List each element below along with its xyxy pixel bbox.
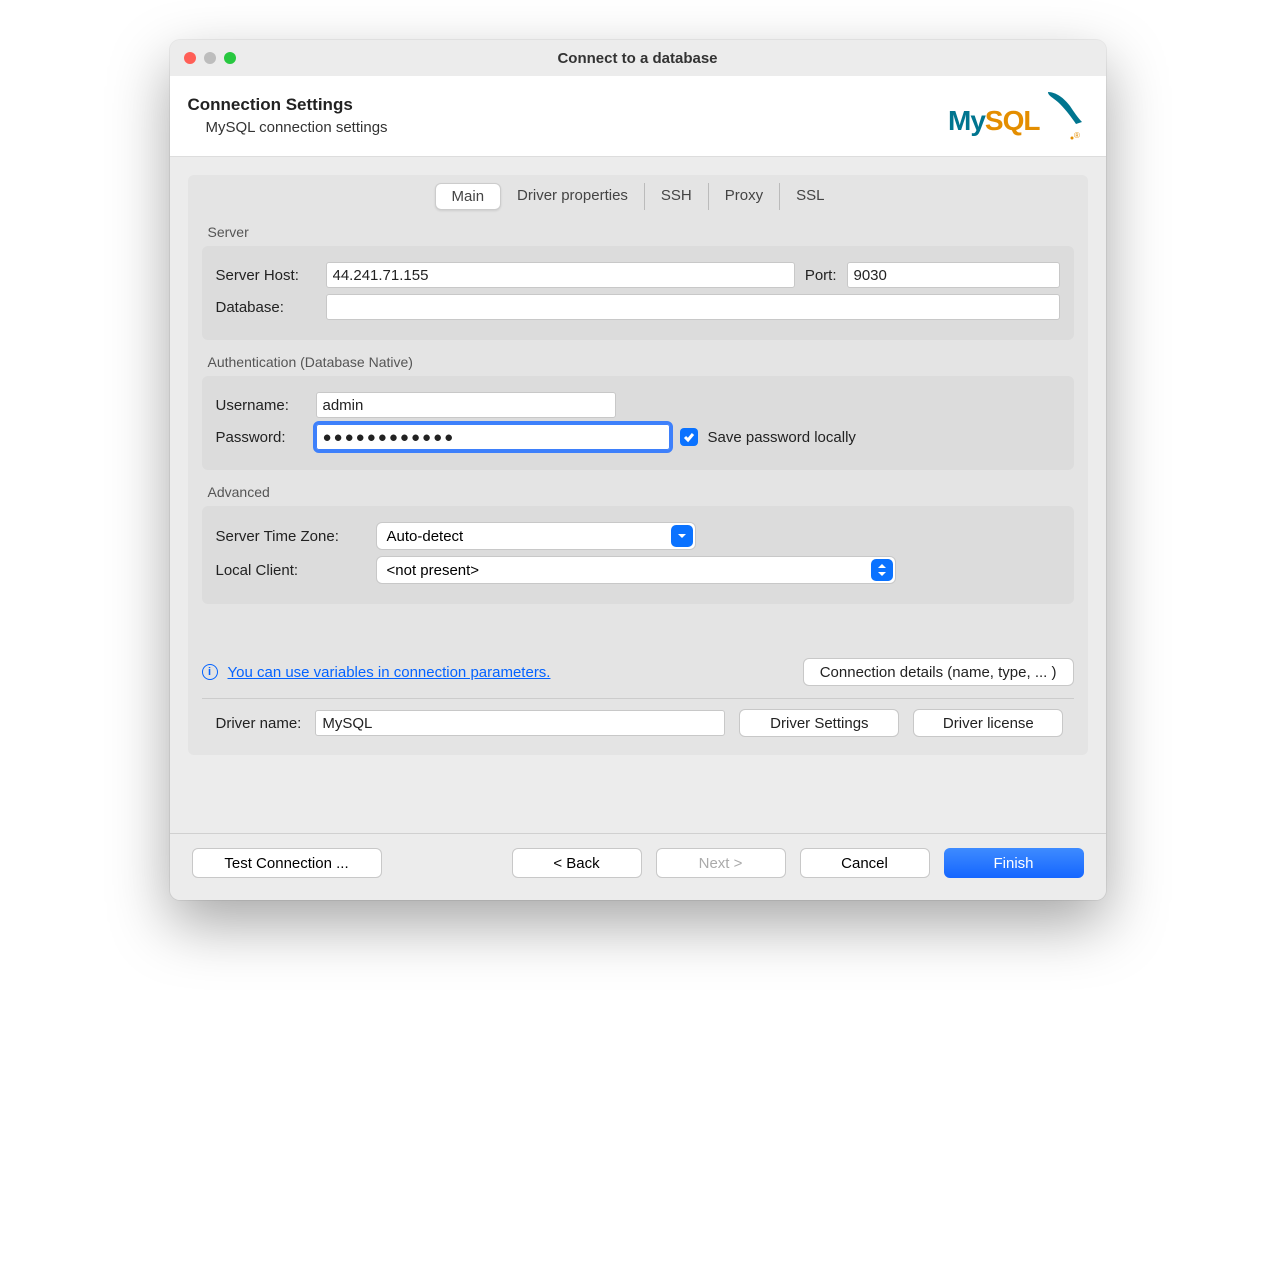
database-input[interactable]: [326, 294, 1060, 320]
timezone-select[interactable]: Auto-detect: [376, 522, 696, 550]
titlebar: Connect to a database: [170, 40, 1106, 76]
test-connection-button[interactable]: Test Connection ...: [192, 848, 382, 878]
zoom-icon[interactable]: [224, 52, 236, 64]
username-label: Username:: [216, 397, 306, 414]
svg-text:®: ®: [1074, 131, 1080, 140]
main-panel: Main Driver properties SSH Proxy SSL Ser…: [188, 175, 1088, 755]
save-password-checkbox[interactable]: [680, 428, 698, 446]
password-input[interactable]: ●●●●●●●●●●●●: [316, 424, 670, 450]
next-button: Next >: [656, 848, 786, 878]
server-group: Server Host: Port: Database:: [202, 246, 1074, 340]
advanced-group: Server Time Zone: Auto-detect Local Clie…: [202, 506, 1074, 604]
advanced-section-label: Advanced: [202, 484, 1074, 506]
updown-icon: [871, 559, 893, 581]
footer: Test Connection ... < Back Next > Cancel…: [170, 833, 1106, 900]
dialog-window: Connect to a database Connection Setting…: [170, 40, 1106, 900]
tab-bar: Main Driver properties SSH Proxy SSL: [188, 175, 1088, 224]
back-button[interactable]: < Back: [512, 848, 642, 878]
window-title: Connect to a database: [170, 50, 1106, 67]
driver-license-button[interactable]: Driver license: [913, 709, 1063, 737]
server-section-label: Server: [202, 224, 1074, 246]
local-client-select[interactable]: <not present>: [376, 556, 896, 584]
svg-text:MySQL: MySQL: [948, 105, 1040, 136]
minimize-icon[interactable]: [204, 52, 216, 64]
header: Connection Settings MySQL connection set…: [170, 76, 1106, 157]
connection-details-button[interactable]: Connection details (name, type, ... ): [803, 658, 1074, 686]
database-label: Database:: [216, 299, 316, 316]
timezone-label: Server Time Zone:: [216, 528, 366, 545]
auth-group: Username: Password: ●●●●●●●●●●●● Save pa…: [202, 376, 1074, 470]
local-client-value: <not present>: [387, 562, 480, 579]
password-label: Password:: [216, 429, 306, 446]
finish-button[interactable]: Finish: [944, 848, 1084, 878]
tab-ssh[interactable]: SSH: [645, 183, 709, 210]
cancel-button[interactable]: Cancel: [800, 848, 930, 878]
page-subtitle: MySQL connection settings: [206, 119, 948, 136]
info-icon: i: [202, 664, 218, 680]
page-title: Connection Settings: [188, 95, 948, 115]
driver-name-label: Driver name:: [216, 715, 302, 732]
tab-driver-properties[interactable]: Driver properties: [501, 183, 645, 210]
save-password-label: Save password locally: [708, 429, 856, 446]
port-input[interactable]: [847, 262, 1060, 288]
auth-section-label: Authentication (Database Native): [202, 354, 1074, 376]
local-client-label: Local Client:: [216, 562, 366, 579]
variables-hint-link[interactable]: You can use variables in connection para…: [228, 664, 793, 681]
port-label: Port:: [805, 267, 837, 284]
chevron-down-icon: [671, 525, 693, 547]
close-icon[interactable]: [184, 52, 196, 64]
server-host-input[interactable]: [326, 262, 795, 288]
server-host-label: Server Host:: [216, 267, 316, 284]
tab-main[interactable]: Main: [435, 183, 502, 210]
mysql-logo-icon: MySQL ®: [948, 84, 1088, 146]
username-input[interactable]: [316, 392, 616, 418]
driver-settings-button[interactable]: Driver Settings: [739, 709, 899, 737]
driver-name-input[interactable]: [315, 710, 725, 736]
tab-proxy[interactable]: Proxy: [709, 183, 780, 210]
tab-ssl[interactable]: SSL: [780, 183, 840, 210]
timezone-value: Auto-detect: [387, 528, 464, 545]
